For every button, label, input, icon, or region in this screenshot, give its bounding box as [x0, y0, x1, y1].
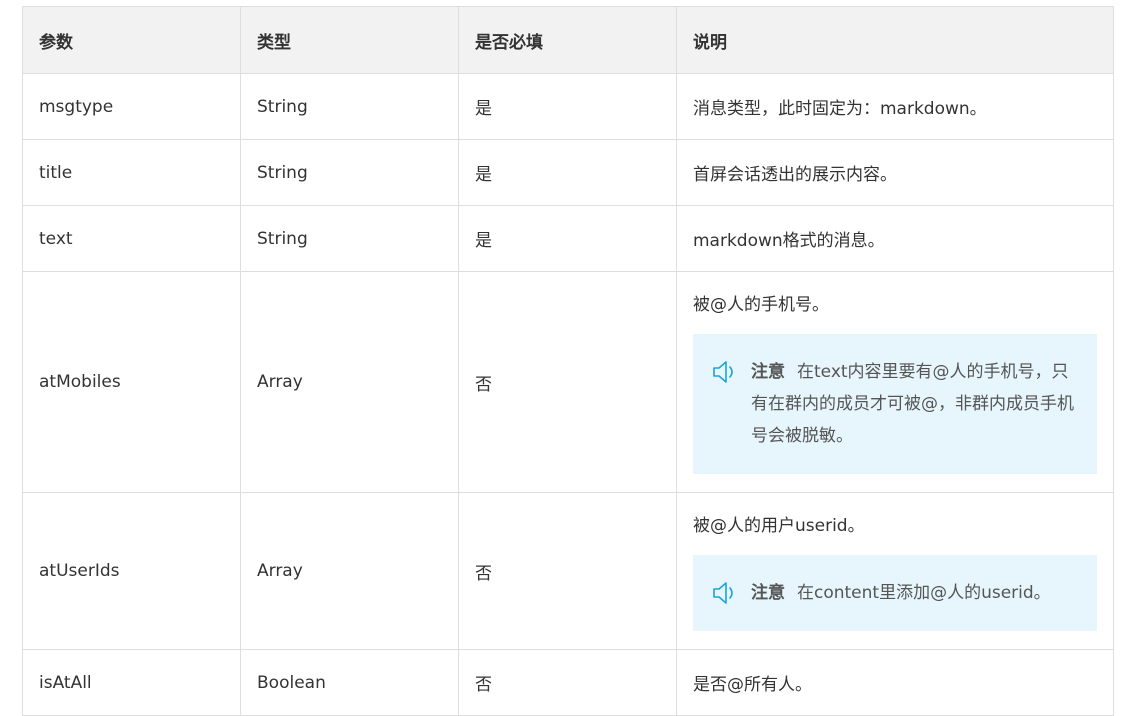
- cell-required: 否: [458, 649, 677, 716]
- speaker-icon: [713, 361, 733, 383]
- cell-type: Boolean: [240, 649, 459, 716]
- cell-required: 否: [458, 271, 677, 493]
- cell-param: atUserIds: [22, 492, 241, 650]
- table-row: title String 是 首屏会话透出的展示内容。: [22, 139, 1114, 206]
- speaker-icon: [713, 582, 733, 604]
- table-row: isAtAll Boolean 否 是否@所有人。: [22, 649, 1114, 716]
- cell-description: 首屏会话透出的展示内容。: [676, 139, 1114, 206]
- cell-required: 是: [458, 205, 677, 272]
- table-row: atMobiles Array 否 被@人的手机号。 注意 在text内容里要有@…: [22, 271, 1114, 493]
- table-row: text String 是 markdown格式的消息。: [22, 205, 1114, 272]
- table-header-row: 参数 类型 是否必填 说明: [22, 6, 1114, 74]
- description-text: 被@人的手机号。: [693, 295, 829, 315]
- cell-param: msgtype: [22, 73, 241, 140]
- cell-param: text: [22, 205, 241, 272]
- header-description: 说明: [676, 6, 1114, 74]
- cell-type: Array: [240, 271, 459, 493]
- notice-label: 注意: [751, 583, 785, 603]
- cell-description: 消息类型，此时固定为：markdown。: [676, 73, 1114, 140]
- notice-text: 在content里添加@人的userid。: [797, 583, 1051, 603]
- cell-required: 否: [458, 492, 677, 650]
- cell-description: 是否@所有人。: [676, 649, 1114, 716]
- description-text: 被@人的用户userid。: [693, 516, 865, 536]
- cell-type: String: [240, 139, 459, 206]
- notice-text: 在text内容里要有@人的手机号，只有在群内的成员才可被@，非群内成员手机号会被…: [751, 362, 1074, 446]
- cell-description: 被@人的用户userid。 注意 在content里添加@人的userid。: [676, 492, 1114, 650]
- params-table: 参数 类型 是否必填 说明 msgtype String 是 消息类型，此时固定…: [22, 6, 1114, 716]
- notice-box: 注意 在content里添加@人的userid。: [693, 555, 1097, 631]
- cell-type: String: [240, 205, 459, 272]
- cell-description: 被@人的手机号。 注意 在text内容里要有@人的手机号，只有在群内的成员才可被@…: [676, 271, 1114, 493]
- cell-param: isAtAll: [22, 649, 241, 716]
- cell-param: title: [22, 139, 241, 206]
- cell-param: atMobiles: [22, 271, 241, 493]
- cell-type: Array: [240, 492, 459, 650]
- cell-description: markdown格式的消息。: [676, 205, 1114, 272]
- table-row: msgtype String 是 消息类型，此时固定为：markdown。: [22, 73, 1114, 140]
- cell-type: String: [240, 73, 459, 140]
- header-param: 参数: [22, 6, 241, 74]
- notice-box: 注意 在text内容里要有@人的手机号，只有在群内的成员才可被@，非群内成员手机号…: [693, 334, 1097, 474]
- notice-label: 注意: [751, 362, 785, 382]
- cell-required: 是: [458, 139, 677, 206]
- header-required: 是否必填: [458, 6, 677, 74]
- cell-required: 是: [458, 73, 677, 140]
- header-type: 类型: [240, 6, 459, 74]
- table-row: atUserIds Array 否 被@人的用户userid。 注意 在conte…: [22, 492, 1114, 650]
